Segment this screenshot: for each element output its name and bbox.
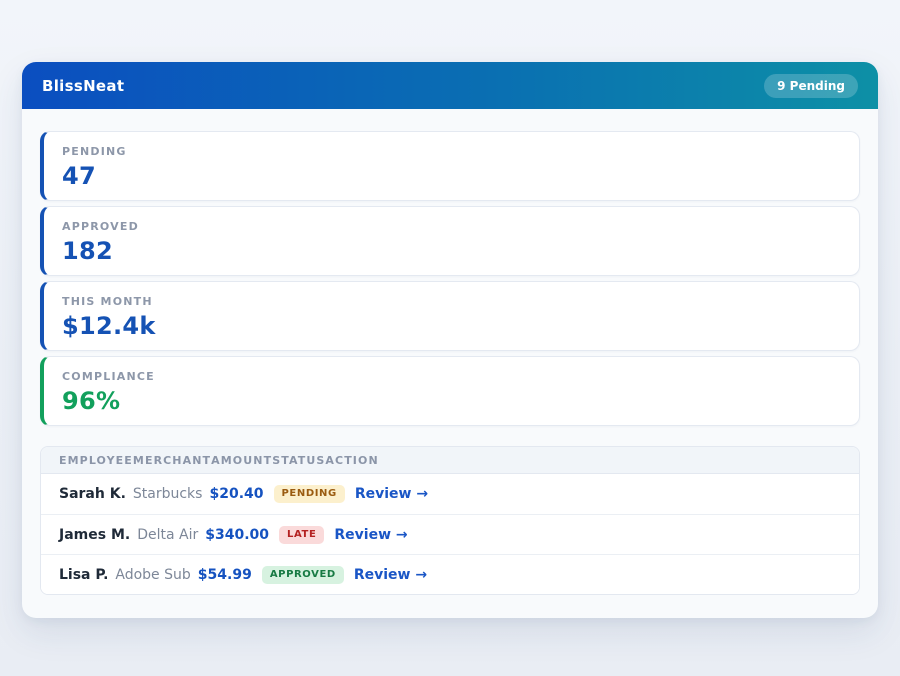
review-link[interactable]: Review → — [354, 567, 427, 583]
review-link[interactable]: Review → — [355, 486, 428, 502]
stat-value: 47 — [62, 162, 841, 190]
expenses-table: EMPLOYEE MERCHANT AMOUNT STATUS ACTION S… — [40, 446, 860, 595]
main-content: PENDING 47 APPROVED 182 THIS MONTH $12.4… — [22, 109, 878, 618]
stat-label: PENDING — [62, 145, 841, 158]
col-header-amount: AMOUNT — [211, 454, 272, 467]
status-badge: LATE — [279, 526, 324, 544]
merchant-name: Starbucks — [133, 486, 203, 502]
amount-value: $20.40 — [209, 486, 263, 502]
employee-name: Sarah K. — [59, 486, 126, 502]
review-link[interactable]: Review → — [334, 527, 407, 543]
app-title: BlissNeat — [42, 77, 124, 95]
col-header-merchant: MERCHANT — [133, 454, 211, 467]
app-window: BlissNeat 9 Pending PENDING 47 APPROVED … — [22, 62, 878, 618]
stat-card-this-month: THIS MONTH $12.4k — [40, 281, 860, 351]
stat-card-approved: APPROVED 182 — [40, 206, 860, 276]
table-row: Sarah K. Starbucks $20.40 PENDING Review… — [41, 474, 859, 514]
amount-value: $340.00 — [205, 527, 269, 543]
stat-label: THIS MONTH — [62, 295, 841, 308]
table-row: James M. Delta Air $340.00 LATE Review → — [41, 514, 859, 554]
stat-label: APPROVED — [62, 220, 841, 233]
table-header-row: EMPLOYEE MERCHANT AMOUNT STATUS ACTION — [41, 447, 859, 474]
stat-value: $12.4k — [62, 312, 841, 340]
pending-count-badge[interactable]: 9 Pending — [764, 74, 858, 98]
merchant-name: Adobe Sub — [115, 567, 190, 583]
app-header: BlissNeat 9 Pending — [22, 62, 878, 109]
stat-card-compliance: COMPLIANCE 96% — [40, 356, 860, 426]
merchant-name: Delta Air — [137, 527, 198, 543]
col-header-status: STATUS — [272, 454, 325, 467]
employee-name: Lisa P. — [59, 567, 108, 583]
amount-value: $54.99 — [198, 567, 252, 583]
status-badge: APPROVED — [262, 566, 344, 584]
table-row: Lisa P. Adobe Sub $54.99 APPROVED Review… — [41, 554, 859, 594]
stat-label: COMPLIANCE — [62, 370, 841, 383]
col-header-employee: EMPLOYEE — [59, 454, 133, 467]
employee-name: James M. — [59, 527, 130, 543]
col-header-action: ACTION — [325, 454, 378, 467]
stat-value: 182 — [62, 237, 841, 265]
stat-card-pending: PENDING 47 — [40, 131, 860, 201]
stat-value: 96% — [62, 387, 841, 415]
status-badge: PENDING — [274, 485, 345, 503]
